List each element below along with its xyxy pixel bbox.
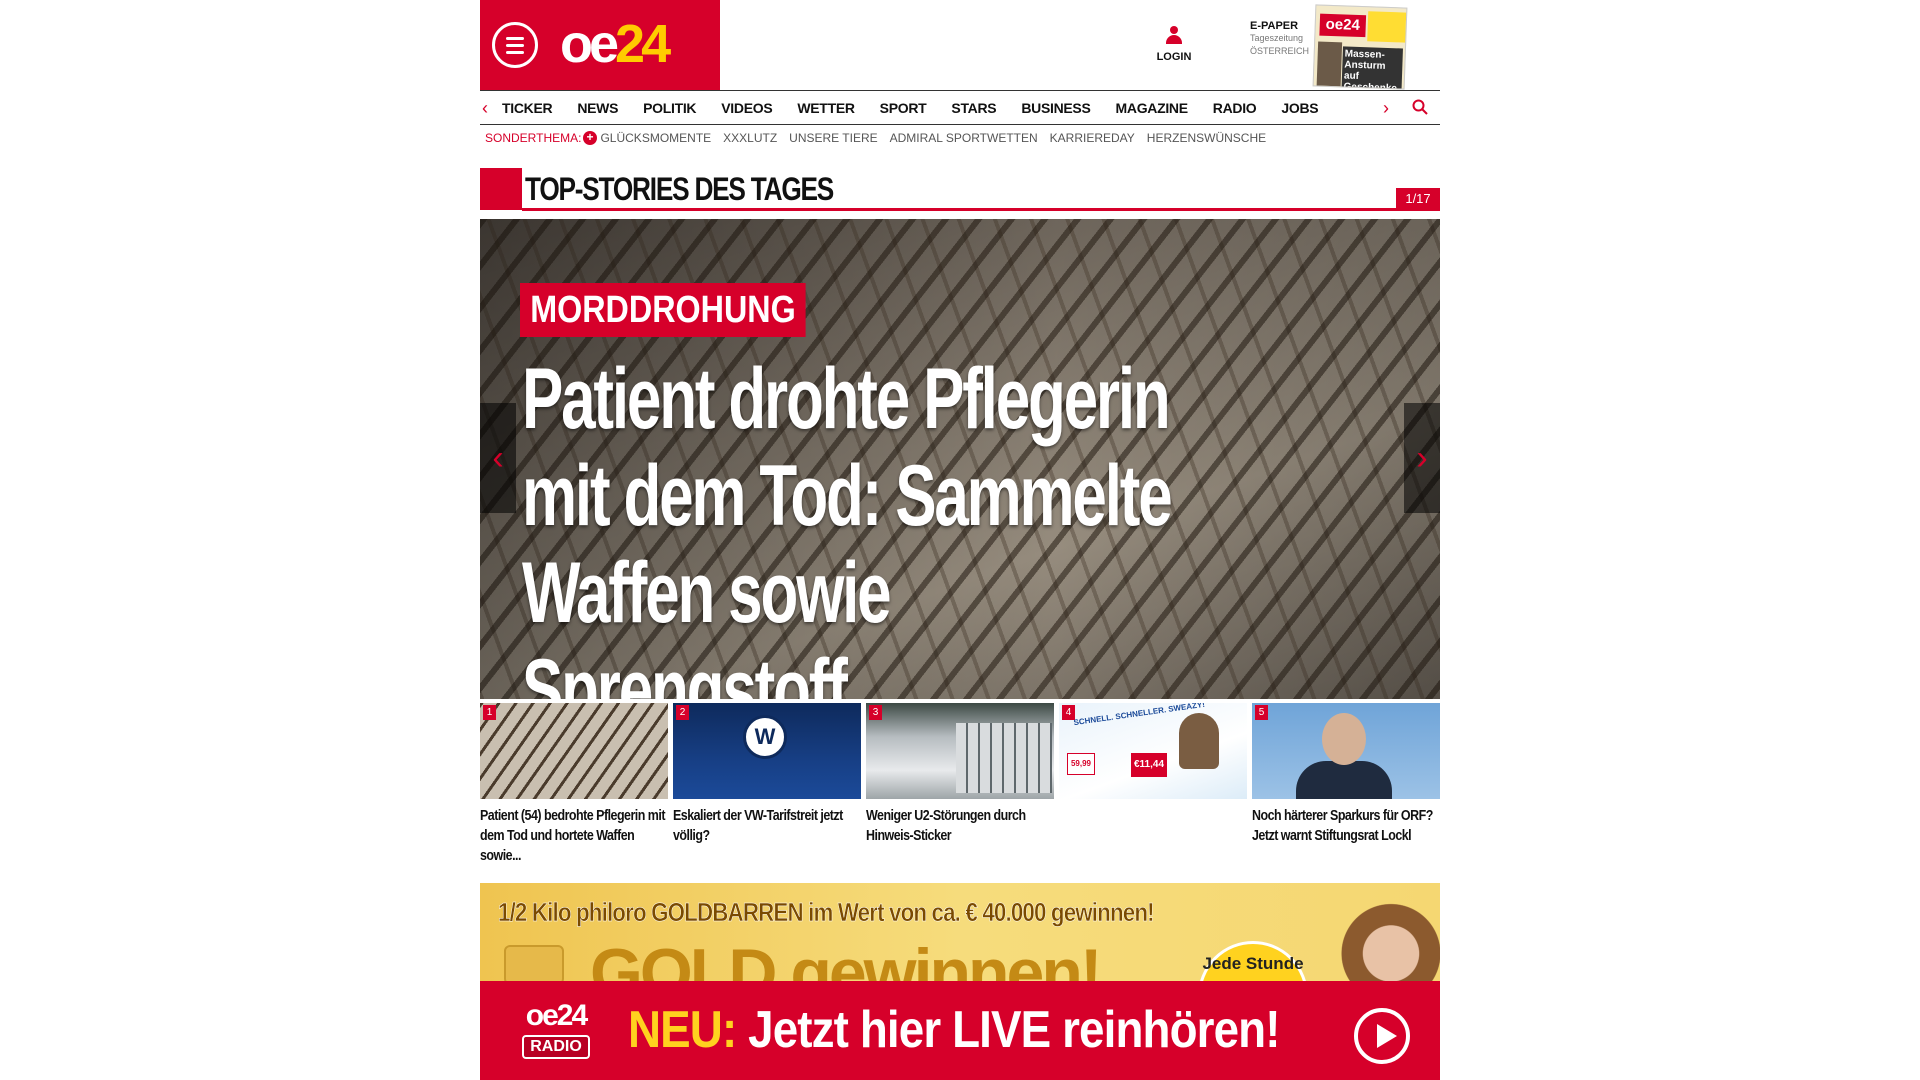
radio-live-bar[interactable]: oe24 RADIO NEU: Jetzt hier LIVE reinhöre… [480,981,1440,1080]
nav-item-videos[interactable]: VIDEOS [721,100,772,116]
top-stories-header: TOP-STORIES DES TAGES 1/17 [480,168,1440,211]
main-nav: ‹ TICKER NEWS POLITIK VIDEOS WETTER SPORT STAR… [480,90,1440,125]
thumb-caption[interactable]: Patient (54) bedrohte Pflegerin mit dem … [480,806,667,866]
hero-headline[interactable]: Patient drohte Pflegerin mit dem Tod: Sa… [522,351,1228,699]
thumb-number: 5 [1255,705,1268,720]
special-topic-item[interactable]: XXXLUTZ [723,131,777,145]
radio-new-label: NEU: [628,1001,737,1059]
special-topic-icon [583,130,598,145]
story-thumbnails: 1 Patient (54) bedrohte Pflegerin mit de… [480,703,1440,873]
nav-list: TICKER NEWS POLITIK VIDEOS WETTER SPORT STARS B… [502,91,1343,124]
site-logo[interactable]: oe24 [560,14,671,74]
section-underline [522,208,1440,211]
thumb-image: 1 [480,703,668,799]
thumb-image: 2W [673,703,861,799]
search-icon[interactable] [1412,99,1428,115]
vw-logo-icon: W [743,715,787,759]
slider-next-icon[interactable]: › [1404,403,1440,513]
special-topic-item[interactable]: UNSERE TIERE [789,131,877,145]
thumb-number: 2 [676,705,689,720]
radio-logo: oe24 RADIO [510,1001,602,1059]
epaper-cover-image[interactable]: oe24 Massen-Ansturm auf Geschenke [1312,4,1408,90]
user-icon [1166,26,1182,46]
ad-price-left: 59,99 [1067,753,1095,775]
thumb-story-1[interactable]: 1 Patient (54) bedrohte Pflegerin mit de… [480,703,668,866]
cover-logo: oe24 [1319,13,1367,38]
thumb-image: 5 [1252,703,1440,799]
page: oe24 LOGIN E-PAPER Tageszeitung ÖSTERREI… [480,0,1440,1080]
cover-headline: Massen-Ansturm auf Geschenke [1341,46,1403,90]
hamburger-menu-icon[interactable] [492,22,538,68]
ad-badge: Jede Stunde [1198,941,1308,983]
epaper-subtitle: Tageszeitung [1250,33,1304,43]
hero-story[interactable]: MORDDROHUNG Patient drohte Pflegerin mit… [480,219,1440,699]
thumb-story-5[interactable]: 5 Noch härterer Sparkurs für ORF? Jetzt … [1252,703,1440,846]
section-marker [480,168,522,210]
nav-item-jobs[interactable]: JOBS [1281,100,1318,116]
person-head [1322,713,1366,765]
ad-price-right: €11,44 [1131,753,1167,777]
epaper-country: ÖSTERREICH [1250,46,1310,56]
special-topic-item[interactable]: HERZENSWÜNSCHE [1147,131,1266,145]
thumb-number: 1 [483,705,496,720]
train-platform [956,723,1052,793]
special-topic-item[interactable]: KARRIEREDAY [1050,131,1135,145]
nav-item-radio[interactable]: RADIO [1213,100,1257,116]
thumb-caption[interactable]: Eskaliert der VW-Tarifstreit jetzt völli… [673,806,860,846]
logo-area: oe24 [480,0,720,90]
thumb-image: 3 [866,703,1054,799]
special-topic-item[interactable]: ADMIRAL SPORTWETTEN [890,131,1038,145]
slide-counter: 1/17 [1396,188,1440,210]
cover-photo [1316,41,1343,87]
slider-prev-icon[interactable]: ‹ [480,403,516,513]
nav-item-news[interactable]: NEWS [577,100,618,116]
ad-mascot [1179,713,1219,769]
nav-item-business[interactable]: BUSINESS [1021,100,1090,116]
person-suit [1296,761,1392,799]
nav-item-magazine[interactable]: MAGAZINE [1116,100,1189,116]
nav-item-sport[interactable]: SPORT [880,100,927,116]
thumb-caption[interactable]: Weniger U2-Störungen durch Hinweis-Stick… [866,806,1053,846]
radio-cta-text: Jetzt hier LIVE reinhören! [736,1001,1280,1059]
thumb-story-2[interactable]: 2W Eskaliert der VW-Tarifstreit jetzt vö… [673,703,861,846]
special-topic-item[interactable]: GLÜCKSMOMENTE [600,131,711,145]
thumb-story-3[interactable]: 3 Weniger U2-Störungen durch Hinweis-Sti… [866,703,1054,846]
nav-scroll-left-icon[interactable]: ‹ [482,98,488,119]
thumb-ad-image: 4 SCHNELL. SCHNELLER. SWEAZY! 59,99 €11,… [1059,703,1247,799]
hero-kicker: MORDDROHUNG [520,283,806,337]
thumb-number: 3 [869,705,882,720]
nav-item-wetter[interactable]: WETTER [797,100,855,116]
section-title: TOP-STORIES DES TAGES [525,171,834,207]
ad-model-image [1336,893,1440,983]
radio-logo-sub: RADIO [522,1035,590,1059]
gold-ad-banner[interactable]: 1/2 Kilo philoro GOLDBARREN im Wert von … [480,883,1440,983]
special-topics-label: SONDERTHEMA: [485,131,582,145]
radio-cta[interactable]: NEU: Jetzt hier LIVE reinhören! [628,997,1280,1063]
login-label: LOGIN [1156,51,1192,63]
epaper-link[interactable]: E-PAPER Tageszeitung ÖSTERREICH [1250,20,1309,58]
epaper-title: E-PAPER [1250,20,1299,32]
radio-logo-main: oe24 [525,999,588,1032]
play-icon[interactable] [1354,1008,1410,1064]
gold-bar-icon [504,945,564,983]
special-topics-list: GLÜCKSMOMENTE XXXLUTZ UNSERE TIERE ADMIRAL … [600,131,1278,145]
cover-side-teaser [1367,11,1407,43]
nav-scroll-right-icon[interactable]: › [1383,98,1389,119]
special-topics-bar: SONDERTHEMA: GLÜCKSMOMENTE XXXLUTZ UNSERE … [480,128,1440,148]
nav-item-politik[interactable]: POLITIK [643,100,696,116]
header: oe24 LOGIN E-PAPER Tageszeitung ÖSTERREI… [480,0,1440,90]
nav-item-stars[interactable]: STARS [951,100,996,116]
ad-headline: 1/2 Kilo philoro GOLDBARREN im Wert von … [498,897,1155,928]
nav-item-ticker[interactable]: TICKER [502,100,553,116]
thumb-ad-4[interactable]: 4 SCHNELL. SCHNELLER. SWEAZY! 59,99 €11,… [1059,703,1247,806]
thumb-caption[interactable]: Noch härterer Sparkurs für ORF? Jetzt wa… [1252,806,1439,846]
ad-big-text: GOLD gewinnen! [590,935,1103,983]
login-button[interactable]: LOGIN [1152,26,1196,63]
